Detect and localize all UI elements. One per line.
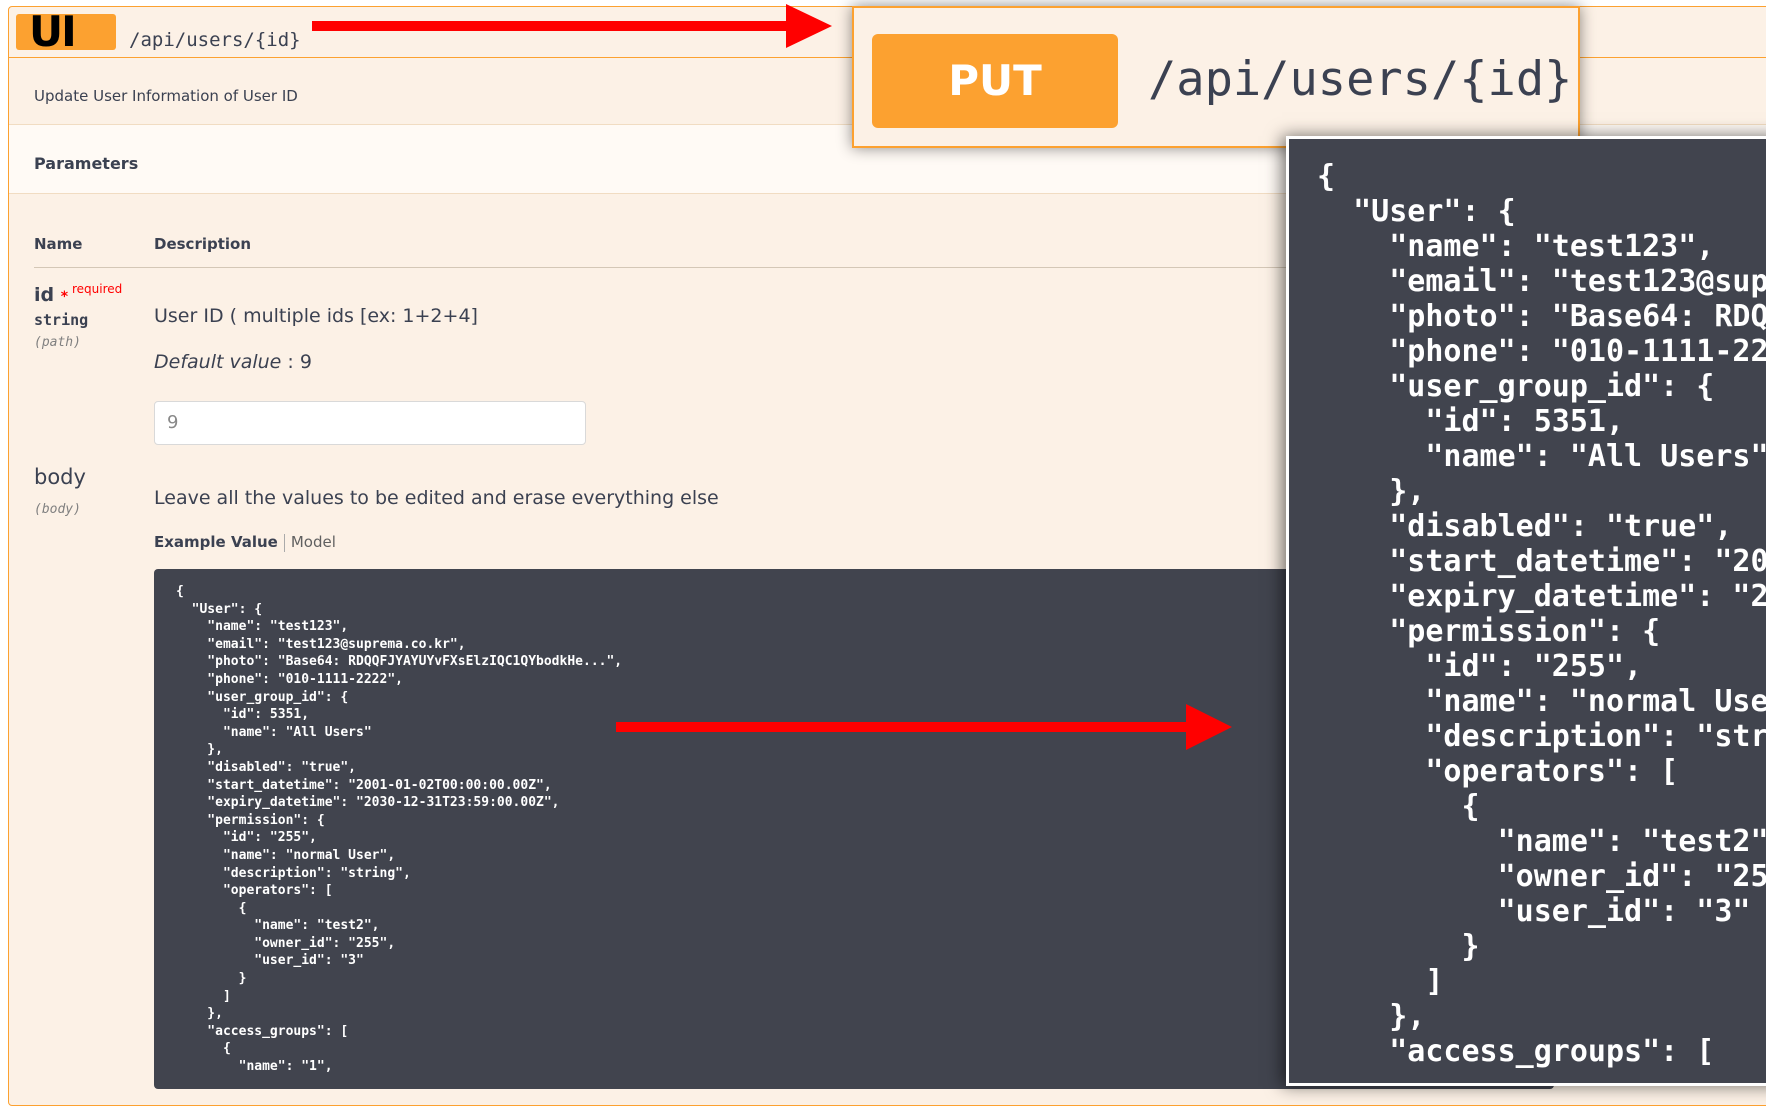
column-description-header: Description bbox=[154, 235, 252, 253]
red-arrow-middle bbox=[616, 704, 1232, 750]
param-id-label: id bbox=[34, 284, 55, 306]
tab-model[interactable]: Model bbox=[291, 533, 336, 551]
parameters-title: Parameters bbox=[34, 154, 139, 173]
param-body-name: body bbox=[34, 465, 86, 489]
operation-path: /api/users/{id} bbox=[129, 29, 301, 51]
id-input[interactable]: 9 bbox=[154, 401, 586, 445]
tab-example-value[interactable]: Example Value bbox=[154, 533, 278, 551]
param-id-type: string bbox=[34, 311, 89, 329]
param-id-default: Default value : 9 bbox=[154, 351, 312, 373]
operation-description: Update User Information of User ID bbox=[34, 87, 298, 105]
tab-separator bbox=[283, 533, 285, 552]
default-value: : 9 bbox=[281, 351, 312, 373]
zoomed-code-text: { "User": { "name": "test123", "email": … bbox=[1317, 159, 1766, 1069]
zoomed-header-callout: PUT /api/users/{id} bbox=[852, 6, 1580, 148]
example-code-text: { "User": { "name": "test123", "email": … bbox=[176, 584, 623, 1075]
example-tabs: Example Value Model bbox=[154, 533, 336, 552]
param-id-description: User ID ( multiple ids [ex: 1+2+4] bbox=[154, 305, 478, 327]
red-arrow-top bbox=[312, 4, 832, 48]
zoomed-method-badge: PUT bbox=[872, 34, 1118, 128]
required-label: required bbox=[72, 282, 123, 296]
param-id-name: id * bbox=[34, 284, 68, 306]
ui-overlay-label: UI bbox=[29, 7, 77, 56]
param-id-location: (path) bbox=[34, 335, 81, 350]
param-body-description: Leave all the values to be edited and er… bbox=[154, 487, 719, 509]
default-value-label: Default value bbox=[154, 351, 282, 373]
column-name-header: Name bbox=[34, 235, 83, 253]
param-body-location: (body) bbox=[34, 502, 81, 517]
zoomed-code-callout: { "User": { "name": "test123", "email": … bbox=[1286, 136, 1766, 1086]
zoomed-path: /api/users/{id} bbox=[1148, 52, 1573, 107]
required-star: * bbox=[60, 289, 69, 305]
